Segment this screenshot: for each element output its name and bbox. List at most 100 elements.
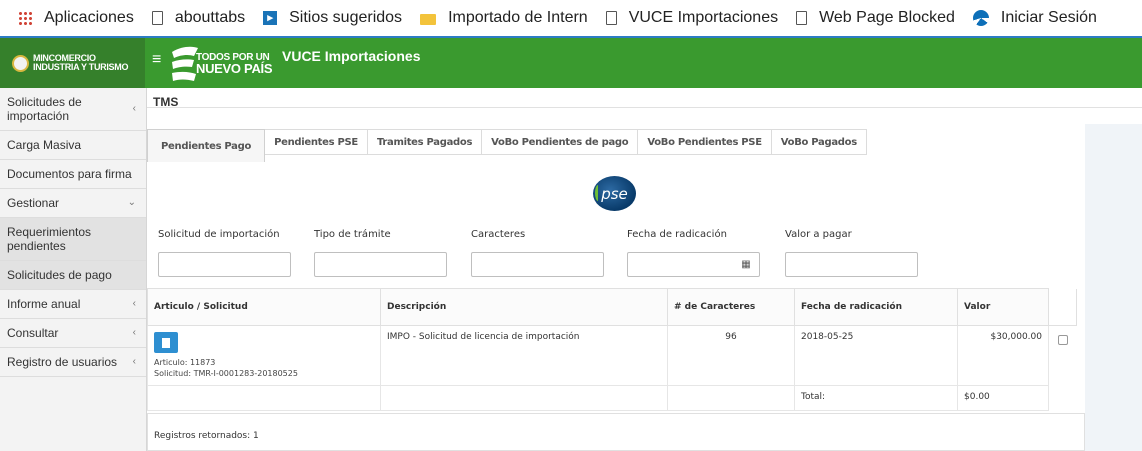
sidebar-item-solicitudes-importacion[interactable]: Solicitudes de importación ‹ bbox=[0, 88, 146, 131]
chevron-left-icon: ‹ bbox=[132, 298, 136, 309]
row-checkbox[interactable] bbox=[1057, 335, 1068, 345]
bookmark-vuce[interactable]: VUCE Importaciones bbox=[605, 9, 779, 27]
sidebar-item-registro-usuarios[interactable]: Registro de usuarios ‹ bbox=[0, 348, 146, 377]
articulo-text: Articulo: 11873 bbox=[154, 358, 216, 367]
bookmark-label: abouttabs bbox=[174, 9, 246, 26]
sidebar-item-label: Gestionar bbox=[7, 196, 60, 210]
bookmark-iniciar-sesion[interactable]: Iniciar Sesión bbox=[972, 9, 1097, 27]
sidebar-item-label: Carga Masiva bbox=[7, 138, 82, 152]
sidebar-item-informe-anual[interactable]: Informe anual ‹ bbox=[0, 290, 146, 319]
bookmark-abouttabs[interactable]: abouttabs bbox=[151, 9, 246, 27]
tipo-tramite-input[interactable] bbox=[314, 252, 447, 277]
seal-icon bbox=[12, 54, 29, 72]
sidebar-item-solicitudes-pago[interactable]: Solicitudes de pago bbox=[0, 261, 146, 290]
sidebar-item-label: Consultar bbox=[7, 326, 59, 340]
tab-pendientes-pse[interactable]: Pendientes PSE bbox=[265, 129, 368, 155]
cell-articulo-solicitud: Articulo: 11873 Solicitud: TMR-I-0001283… bbox=[147, 325, 381, 386]
document-icon bbox=[162, 337, 170, 348]
valor-pagar-input[interactable] bbox=[785, 252, 918, 277]
sidebar: Solicitudes de importación ‹ Carga Masiv… bbox=[0, 88, 147, 451]
sidebar-item-consultar[interactable]: Consultar ‹ bbox=[0, 319, 146, 348]
filter-label-tipo: Tipo de trámite bbox=[314, 229, 391, 240]
login-icon bbox=[972, 10, 989, 26]
bookmark-label: Sitios sugeridos bbox=[289, 9, 403, 26]
solicitud-input[interactable] bbox=[158, 252, 291, 277]
menu-toggle-icon[interactable]: ≡ bbox=[152, 51, 161, 69]
bookmark-sitios-sugeridos[interactable]: ▸ Sitios sugeridos bbox=[263, 9, 402, 27]
app-header: MINCOMERCIO INDUSTRIA Y TURISMO ≡ TODOS … bbox=[0, 36, 1142, 88]
sidebar-item-label: Registro de usuarios bbox=[7, 355, 118, 369]
bookmark-label: VUCE Importaciones bbox=[628, 9, 779, 26]
fecha-radicacion-input[interactable]: ▦ bbox=[627, 252, 760, 277]
sidebar-item-gestionar[interactable]: Gestionar ⌄ bbox=[0, 189, 146, 218]
chevron-left-icon: ‹ bbox=[132, 103, 136, 114]
page-icon bbox=[605, 11, 617, 25]
tab-vobo-pagados[interactable]: VoBo Pagados bbox=[771, 129, 867, 155]
tab-vobo-pendientes-pago[interactable]: VoBo Pendientes de pago bbox=[482, 129, 639, 155]
folder-icon bbox=[420, 14, 437, 25]
bookmark-importado[interactable]: Importado de Intern bbox=[420, 9, 588, 27]
sidebar-item-documentos-firma[interactable]: Documentos para firma bbox=[0, 160, 146, 189]
pse-logo-text: pse bbox=[601, 184, 628, 203]
suggested-sites-icon: ▸ bbox=[263, 11, 278, 25]
sidebar-item-label: Solicitudes de pago bbox=[7, 268, 112, 282]
col-valor: Valor bbox=[957, 288, 1049, 326]
cell-descripcion: IMPO - Solicitud de licencia de importac… bbox=[380, 325, 668, 386]
total-label: Total: bbox=[794, 385, 958, 411]
filter-label-caracteres: Caracteres bbox=[471, 229, 526, 240]
slogan-line2: NUEVO PAÍS bbox=[196, 61, 273, 76]
sidebar-item-label: Requerimientos pendientes bbox=[7, 225, 92, 253]
col-articulo-solicitud: Articulo / Solicitud bbox=[147, 288, 381, 326]
bookmark-label: Importado de Intern bbox=[448, 9, 588, 26]
col-select bbox=[1048, 288, 1077, 326]
caracteres-input[interactable] bbox=[471, 252, 604, 277]
pse-ring-icon bbox=[595, 185, 601, 201]
bookmark-web-page-blocked[interactable]: Web Page Blocked bbox=[796, 9, 955, 27]
chevron-down-icon: ⌄ bbox=[127, 197, 136, 208]
filter-label-fecha: Fecha de radicación bbox=[627, 229, 727, 240]
cell-valor: $30,000.00 bbox=[957, 325, 1049, 386]
ministry-name-line2: INDUSTRIA Y TURISMO bbox=[33, 62, 129, 72]
sidebar-item-carga-masiva[interactable]: Carga Masiva bbox=[0, 131, 146, 160]
chevron-left-icon: ‹ bbox=[132, 327, 136, 338]
tab-bar: Pendientes Pago Pendientes PSE Tramites … bbox=[147, 129, 1085, 162]
bookmark-label: Aplicaciones bbox=[44, 9, 134, 26]
col-fecha-radicacion: Fecha de radicación bbox=[794, 288, 958, 326]
table-header-row: Articulo / Solicitud Descripción # de Ca… bbox=[147, 288, 1077, 326]
col-caracteres: # de Caracteres bbox=[667, 288, 795, 326]
sidebar-item-label: Informe anual bbox=[7, 297, 81, 311]
bookmark-label: Web Page Blocked bbox=[819, 9, 955, 26]
divider bbox=[147, 107, 1142, 108]
ministry-logo[interactable]: MINCOMERCIO INDUSTRIA Y TURISMO bbox=[0, 38, 145, 88]
solicitud-text: Solicitud: TMR-I-0001283-20180525 bbox=[154, 369, 298, 378]
filter-label-valor: Valor a pagar bbox=[785, 229, 852, 240]
table-row: Articulo: 11873 Solicitud: TMR-I-0001283… bbox=[147, 325, 1077, 386]
sidebar-item-label: Solicitudes de importación bbox=[7, 95, 82, 123]
page-icon bbox=[796, 11, 808, 25]
pse-logo: pse bbox=[593, 176, 636, 211]
records-returned-text: Registros retornados: 1 bbox=[154, 431, 259, 441]
document-button[interactable] bbox=[154, 332, 178, 353]
cell-fecha: 2018-05-25 bbox=[794, 325, 958, 386]
chevron-left-icon: ‹ bbox=[132, 356, 136, 367]
tab-tramites-pagados[interactable]: Tramites Pagados bbox=[367, 129, 483, 155]
bookmarks-bar: Aplicaciones abouttabs ▸ Sitios sugerido… bbox=[0, 0, 1142, 36]
col-descripcion: Descripción bbox=[380, 288, 668, 326]
cell-select bbox=[1049, 326, 1077, 386]
sidebar-item-requerimientos-pendientes[interactable]: Requerimientos pendientes bbox=[0, 218, 146, 261]
right-panel bbox=[1085, 124, 1142, 451]
main-content: TMS Pendientes Pago Pendientes PSE Trami… bbox=[147, 88, 1142, 451]
bookmark-label: Iniciar Sesión bbox=[1000, 9, 1097, 26]
filter-label-solicitud: Solicitud de importación bbox=[158, 229, 280, 240]
page-icon bbox=[151, 11, 163, 25]
tab-pendientes-pago[interactable]: Pendientes Pago bbox=[147, 129, 266, 162]
calendar-icon[interactable]: ▦ bbox=[733, 253, 759, 276]
tab-vobo-pendientes-pse[interactable]: VoBo Pendientes PSE bbox=[638, 129, 772, 155]
cell-caracteres: 96 bbox=[667, 325, 795, 386]
slogan: TODOS POR UN NUEVO PAÍS bbox=[196, 52, 273, 76]
bookmark-aplicaciones[interactable]: Aplicaciones bbox=[18, 9, 134, 27]
records-returned: Registros retornados: 1 bbox=[147, 413, 1085, 451]
sidebar-item-label: Documentos para firma bbox=[7, 167, 132, 181]
app-title: VUCE Importaciones bbox=[282, 48, 421, 64]
results-table: Articulo / Solicitud Descripción # de Ca… bbox=[147, 288, 1077, 411]
